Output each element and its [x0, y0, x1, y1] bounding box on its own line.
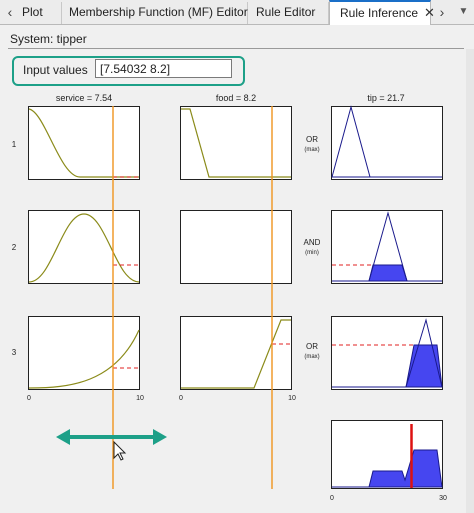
tip-axis-max: 30: [439, 495, 447, 502]
service-header: service = 7.54: [56, 93, 112, 103]
food-mf-plot-rule2: [180, 210, 292, 284]
service-mf-plot-rule3: [28, 316, 140, 390]
rule-operator: OR: [306, 135, 318, 144]
food-axis-max: 10: [288, 395, 296, 402]
rule-operator: OR: [306, 342, 318, 351]
tip-header: tip = 21.7: [367, 93, 404, 103]
tip-axis-min: 0: [330, 495, 334, 502]
double-arrow-icon: [56, 429, 167, 445]
rule-operator: AND: [304, 238, 321, 247]
rule-method: (min): [305, 250, 319, 256]
rule-number: 3: [12, 348, 17, 357]
rule-number: 2: [12, 243, 17, 252]
service-mf-plot-rule2: [28, 210, 140, 284]
service-axis-min: 0: [27, 395, 31, 402]
rule-method: (max): [304, 147, 319, 153]
tip-fill-rule2: [368, 264, 408, 282]
food-mf-plot-rule1: [180, 106, 292, 180]
service-axis-max: 10: [136, 395, 144, 402]
mouse-pointer-icon: [113, 440, 127, 461]
rule-method: (max): [304, 354, 319, 360]
service-mf-plot-rule1: [28, 106, 140, 180]
food-header: food = 8.2: [216, 93, 256, 103]
rule-number: 1: [12, 140, 17, 149]
food-axis-min: 0: [179, 395, 183, 402]
inference-plots: service = 7.54 food = 8.2 tip = 21.7 1 2…: [12, 93, 447, 502]
food-mf-plot-rule3: [180, 316, 292, 390]
